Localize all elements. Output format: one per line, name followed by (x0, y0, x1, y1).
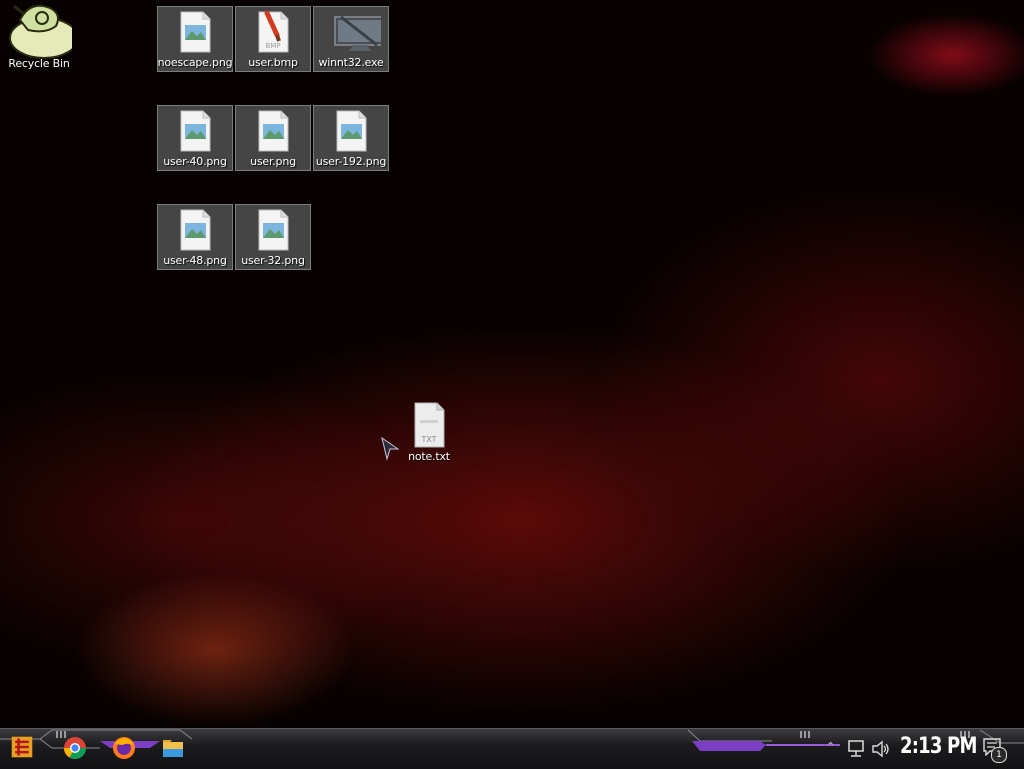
network-icon[interactable] (846, 740, 866, 758)
chrome-icon[interactable] (63, 736, 87, 760)
desktop-file-note-txt[interactable]: TXT note.txt (398, 402, 460, 470)
svg-text:BMP: BMP (265, 42, 280, 50)
file-label: user-40.png (163, 155, 227, 168)
file-label: user.bmp (248, 56, 298, 69)
desktop-file-noescape-png[interactable]: noescape.png (157, 6, 233, 72)
desktop-file-user-48-png[interactable]: user-48.png (157, 204, 233, 270)
notification-center-button[interactable]: 1 (982, 738, 1008, 763)
file-label: user.png (250, 155, 296, 168)
desktop-file-user-40-png[interactable]: user-40.png (157, 105, 233, 171)
mouse-cursor-icon (381, 437, 399, 461)
desktop-file-user-32-png[interactable]: user-32.png (235, 204, 311, 270)
png-image-icon (180, 209, 211, 251)
file-explorer-icon[interactable] (161, 736, 185, 760)
taskbar-clock[interactable]: 2:13 PM (900, 734, 977, 759)
svg-text:TXT: TXT (420, 435, 436, 444)
text-file-icon: TXT (414, 402, 445, 448)
png-image-icon (258, 209, 289, 251)
desktop-file-user-bmp[interactable]: BMP user.bmp (235, 6, 311, 72)
file-label: user-192.png (315, 155, 387, 168)
recycle-bin-label: Recycle Bin (8, 57, 70, 70)
notification-count-badge: 1 (991, 747, 1007, 763)
png-image-icon (336, 110, 367, 152)
file-label: user-48.png (163, 254, 227, 267)
monitor-exe-icon (334, 15, 381, 51)
bmp-image-icon: BMP (258, 11, 289, 53)
file-label: note.txt (408, 450, 450, 463)
png-image-icon (258, 110, 289, 152)
volume-icon[interactable] (871, 740, 891, 758)
start-button-icon[interactable] (10, 735, 34, 759)
file-label: noescape.png (157, 56, 233, 69)
firefox-icon[interactable] (112, 736, 136, 760)
recycle-bin-icon (9, 4, 72, 59)
file-label: user-32.png (241, 254, 305, 267)
show-hidden-icons[interactable]: ⌃ (826, 740, 836, 756)
recycle-bin[interactable]: Recycle Bin (6, 0, 72, 74)
png-image-icon (180, 11, 211, 53)
png-image-icon (180, 110, 211, 152)
desktop-file-user-png[interactable]: user.png (235, 105, 311, 171)
desktop-file-user-192-png[interactable]: user-192.png (313, 105, 389, 171)
file-label: winnt32.exe (318, 56, 384, 69)
desktop-file-winnt32-exe[interactable]: winnt32.exe (313, 6, 389, 72)
